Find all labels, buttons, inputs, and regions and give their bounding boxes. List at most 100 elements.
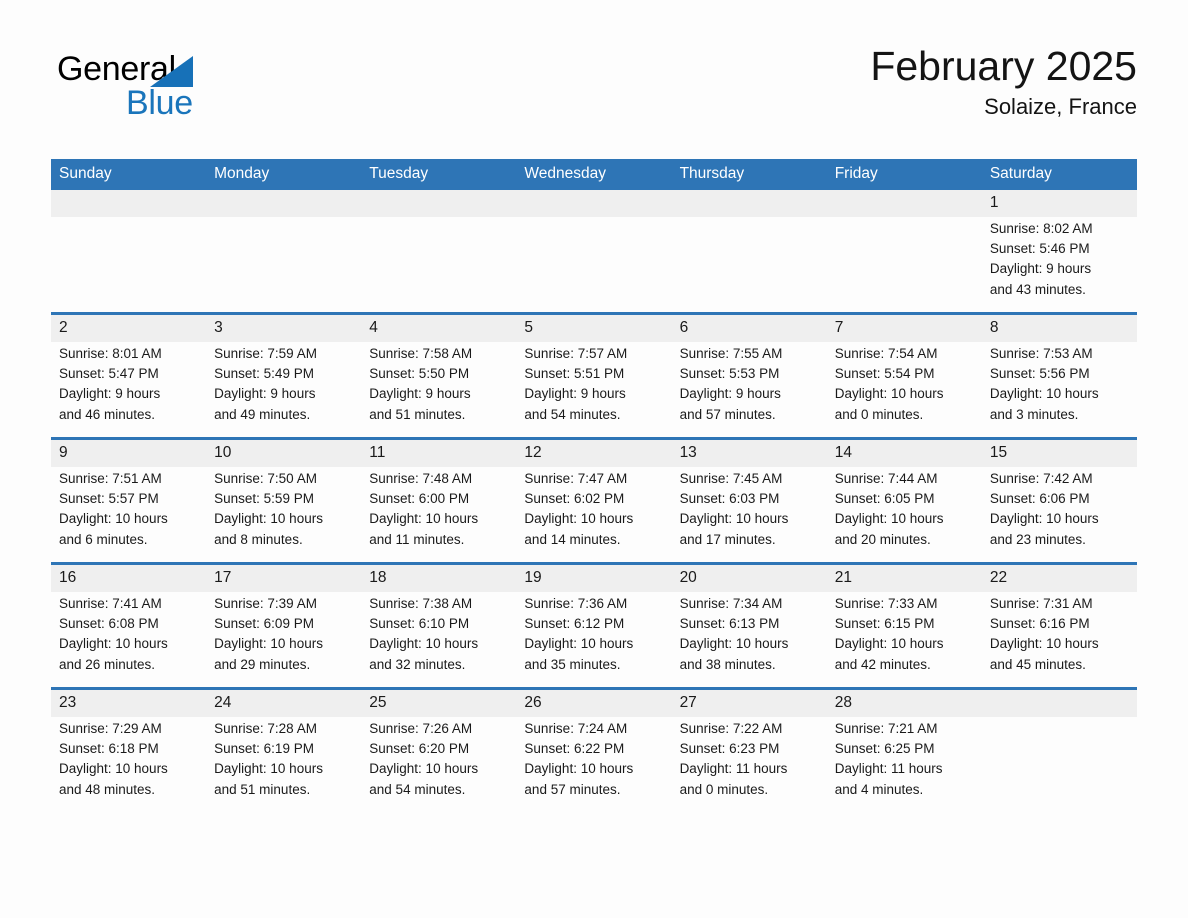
day-detail-line: Sunrise: 7:57 AM bbox=[524, 346, 628, 361]
day-cell[interactable]: Sunrise: 7:50 AM Sunset: 5:59 PM Daylight:… bbox=[206, 467, 362, 564]
day-number[interactable]: 10 bbox=[206, 437, 362, 467]
day-number[interactable]: 21 bbox=[826, 562, 982, 592]
day-cell[interactable]: Sunrise: 7:29 AM Sunset: 6:18 PM Daylight:… bbox=[51, 717, 207, 812]
week-detail-row: Sunrise: 8:02 AM Sunset: 5:46 PM Daylight:… bbox=[51, 217, 1137, 314]
day-number[interactable]: 3 bbox=[206, 312, 362, 342]
day-cell[interactable]: Sunrise: 8:02 AM Sunset: 5:46 PM Daylight:… bbox=[981, 217, 1137, 314]
day-number[interactable]: 19 bbox=[516, 562, 672, 592]
day-cell[interactable]: Sunrise: 7:33 AM Sunset: 6:15 PM Daylight:… bbox=[826, 592, 982, 689]
logo-triangle-icon bbox=[150, 56, 193, 87]
day-cell[interactable]: Sunrise: 7:45 AM Sunset: 6:03 PM Daylight:… bbox=[671, 467, 827, 564]
day-cell[interactable]: Sunrise: 7:34 AM Sunset: 6:13 PM Daylight:… bbox=[671, 592, 827, 689]
day-detail-line: and 54 minutes. bbox=[369, 781, 466, 797]
day-cell[interactable]: Sunrise: 7:26 AM Sunset: 6:20 PM Daylight:… bbox=[361, 717, 517, 812]
day-detail-line: Daylight: 11 hours bbox=[679, 761, 788, 777]
day-detail-line: Daylight: 9 hours bbox=[524, 386, 626, 402]
day-cell[interactable]: Sunrise: 7:55 AM Sunset: 5:53 PM Daylight:… bbox=[671, 342, 827, 439]
day-cell[interactable]: Sunrise: 8:01 AM Sunset: 5:47 PM Daylight:… bbox=[51, 342, 207, 439]
day-detail-line: Sunrise: 7:31 AM bbox=[989, 596, 1093, 611]
day-detail-line: Sunset: 5:50 PM bbox=[369, 366, 470, 382]
day-number[interactable]: 13 bbox=[671, 437, 827, 467]
day-detail-line: Daylight: 10 hours bbox=[679, 636, 789, 652]
day-cell[interactable]: Sunrise: 7:31 AM Sunset: 6:16 PM Daylight:… bbox=[981, 592, 1137, 689]
day-cell[interactable]: Sunrise: 7:48 AM Sunset: 6:00 PM Daylight:… bbox=[361, 467, 517, 564]
calendar-table: Sunday Monday Tuesday Wednesday Thursday… bbox=[51, 159, 1137, 812]
day-number[interactable]: 20 bbox=[671, 562, 827, 592]
day-cell[interactable]: Sunrise: 7:51 AM Sunset: 5:57 PM Daylight:… bbox=[51, 467, 207, 564]
day-number[interactable]: 28 bbox=[826, 687, 982, 717]
day-detail-line: and 0 minutes. bbox=[679, 781, 769, 797]
day-detail-line: Sunrise: 7:48 AM bbox=[369, 471, 473, 486]
day-cell[interactable]: Sunrise: 7:42 AM Sunset: 6:06 PM Daylight:… bbox=[981, 467, 1137, 564]
day-number[interactable]: 23 bbox=[51, 687, 207, 717]
day-number[interactable]: 16 bbox=[51, 562, 207, 592]
day-cell[interactable]: Sunrise: 7:36 AM Sunset: 6:12 PM Daylight:… bbox=[516, 592, 672, 689]
day-number-empty bbox=[671, 190, 827, 217]
day-number[interactable]: 4 bbox=[361, 312, 517, 342]
day-cell[interactable]: Sunrise: 7:28 AM Sunset: 6:19 PM Daylight:… bbox=[206, 717, 362, 812]
day-number[interactable]: 7 bbox=[826, 312, 982, 342]
day-detail-line: and 17 minutes. bbox=[679, 531, 776, 547]
day-number[interactable]: 24 bbox=[206, 687, 362, 717]
day-number[interactable]: 25 bbox=[361, 687, 517, 717]
day-detail-line: Sunrise: 7:59 AM bbox=[214, 346, 317, 361]
day-cell[interactable]: Sunrise: 7:44 AM Sunset: 6:05 PM Daylight:… bbox=[826, 467, 982, 564]
day-number[interactable]: 6 bbox=[671, 312, 827, 342]
generalblue-logo: General Blue bbox=[51, 52, 351, 132]
day-number[interactable]: 17 bbox=[206, 562, 362, 592]
week-number-row: 23 24 25 26 27 28 bbox=[51, 687, 1137, 717]
day-detail-line: Sunset: 6:10 PM bbox=[369, 616, 470, 632]
day-cell[interactable]: Sunrise: 7:53 AM Sunset: 5:56 PM Daylight:… bbox=[981, 342, 1137, 439]
day-number[interactable]: 9 bbox=[51, 437, 207, 467]
day-cell[interactable]: Sunrise: 7:59 AM Sunset: 5:49 PM Daylight:… bbox=[206, 342, 362, 439]
day-cell[interactable]: Sunrise: 7:38 AM Sunset: 6:10 PM Daylight:… bbox=[361, 592, 517, 689]
page-title: February 2025 bbox=[870, 43, 1137, 89]
day-number[interactable]: 15 bbox=[981, 437, 1137, 467]
day-detail-line: and 57 minutes. bbox=[679, 406, 776, 422]
day-cell[interactable]: Sunrise: 7:57 AM Sunset: 5:51 PM Daylight:… bbox=[516, 342, 672, 439]
day-cell[interactable]: Sunrise: 7:54 AM Sunset: 5:54 PM Daylight:… bbox=[826, 342, 982, 439]
weekday-header-thursday: Thursday bbox=[671, 159, 827, 190]
day-detail-line: Sunrise: 7:41 AM bbox=[59, 596, 162, 611]
day-cell[interactable]: Sunrise: 7:41 AM Sunset: 6:08 PM Daylight:… bbox=[51, 592, 207, 689]
day-detail-line: Sunrise: 8:02 AM bbox=[989, 221, 1093, 236]
day-number-empty bbox=[516, 190, 672, 217]
day-detail-line: Sunrise: 7:47 AM bbox=[524, 471, 628, 486]
calendar-weekday-header: Sunday Monday Tuesday Wednesday Thursday… bbox=[51, 159, 1137, 190]
day-number[interactable]: 22 bbox=[981, 562, 1137, 592]
day-number[interactable]: 14 bbox=[826, 437, 982, 467]
day-detail-line: Sunrise: 7:26 AM bbox=[369, 721, 473, 736]
weekday-header-monday: Monday bbox=[206, 159, 362, 190]
day-cell[interactable]: Sunrise: 7:22 AM Sunset: 6:23 PM Daylight:… bbox=[671, 717, 827, 812]
day-number[interactable]: 27 bbox=[671, 687, 827, 717]
day-number[interactable]: 12 bbox=[516, 437, 672, 467]
day-detail-line: Sunrise: 7:33 AM bbox=[834, 596, 938, 611]
week-number-row: 9 10 11 12 13 14 15 bbox=[51, 437, 1137, 467]
day-detail-line: Sunset: 6:02 PM bbox=[524, 491, 625, 507]
day-detail-line: and 43 minutes. bbox=[989, 281, 1086, 297]
day-cell[interactable]: Sunrise: 7:24 AM Sunset: 6:22 PM Daylight:… bbox=[516, 717, 672, 812]
day-cell[interactable]: Sunrise: 7:39 AM Sunset: 6:09 PM Daylight:… bbox=[206, 592, 362, 689]
day-number[interactable]: 2 bbox=[51, 312, 207, 342]
day-detail-line: Sunset: 6:25 PM bbox=[834, 741, 935, 757]
day-detail-line: Sunset: 5:54 PM bbox=[834, 366, 935, 382]
day-number[interactable]: 5 bbox=[516, 312, 672, 342]
weekday-header-row: Sunday Monday Tuesday Wednesday Thursday… bbox=[51, 159, 1137, 190]
day-cell[interactable]: Sunrise: 7:21 AM Sunset: 6:25 PM Daylight:… bbox=[826, 717, 982, 812]
day-cell[interactable]: Sunrise: 7:58 AM Sunset: 5:50 PM Daylight:… bbox=[361, 342, 517, 439]
day-number[interactable]: 1 bbox=[981, 190, 1137, 217]
day-detail-line: Daylight: 10 hours bbox=[524, 761, 634, 777]
day-detail-line: Daylight: 10 hours bbox=[214, 761, 323, 777]
day-detail-line: Daylight: 10 hours bbox=[989, 386, 1099, 402]
day-detail-line: Daylight: 10 hours bbox=[369, 761, 479, 777]
day-detail-line: Daylight: 10 hours bbox=[989, 636, 1099, 652]
day-number[interactable]: 8 bbox=[981, 312, 1137, 342]
day-detail-line: Sunrise: 7:44 AM bbox=[834, 471, 938, 486]
day-number[interactable]: 18 bbox=[361, 562, 517, 592]
day-detail-line: and 42 minutes. bbox=[834, 656, 931, 672]
day-number[interactable]: 11 bbox=[361, 437, 517, 467]
day-cell[interactable]: Sunrise: 7:47 AM Sunset: 6:02 PM Daylight:… bbox=[516, 467, 672, 564]
day-number[interactable]: 26 bbox=[516, 687, 672, 717]
day-detail-line: Daylight: 10 hours bbox=[214, 636, 323, 652]
day-detail-empty bbox=[680, 219, 817, 239]
